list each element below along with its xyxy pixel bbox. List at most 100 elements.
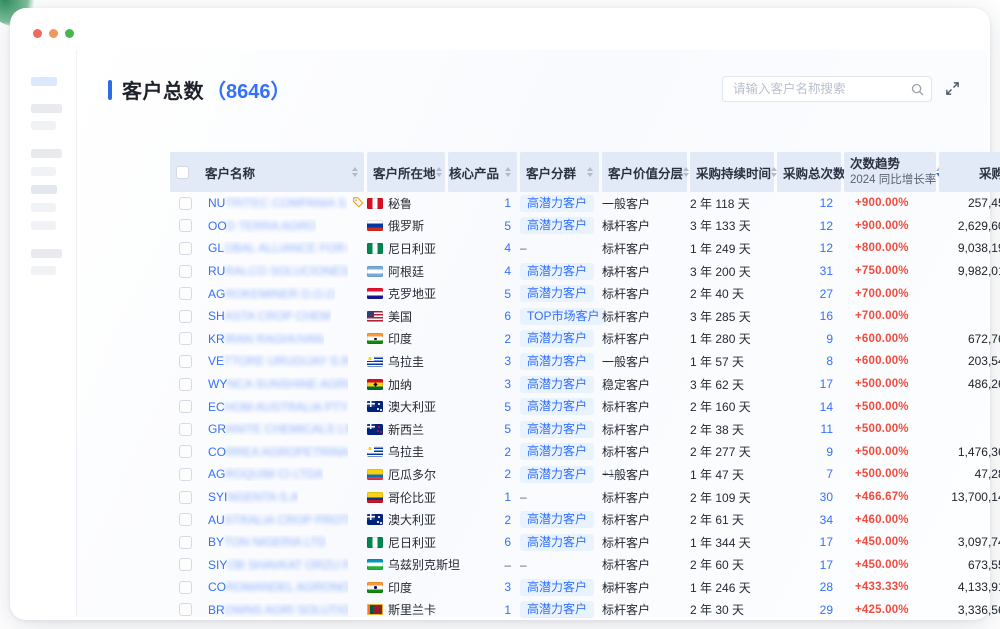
column-header-location[interactable]: 客户所在地 bbox=[367, 152, 445, 192]
core-products-cell[interactable]: 3 bbox=[448, 350, 517, 373]
sidebar-skeleton-item[interactable] bbox=[31, 167, 56, 176]
sort-asc-caret[interactable] bbox=[683, 167, 689, 171]
customer-name-link[interactable]: CORREA AGROPETRINA AL AGRI R... bbox=[208, 445, 348, 459]
row-checkbox[interactable] bbox=[179, 219, 192, 232]
sort-asc-caret[interactable] bbox=[436, 167, 442, 171]
row-checkbox[interactable] bbox=[179, 197, 192, 210]
sort-desc-caret[interactable] bbox=[352, 173, 358, 177]
segment-tag[interactable]: TOP市场客户 bbox=[520, 308, 606, 325]
segment-tag[interactable]: 高潜力客户 bbox=[520, 466, 594, 483]
row-checkbox[interactable] bbox=[179, 445, 192, 458]
core-products-cell[interactable]: 6 bbox=[448, 531, 517, 554]
core-products-cell[interactable]: 4 bbox=[448, 260, 517, 283]
customer-name-link[interactable]: NUTRITEC COMPANIA S.A.C bbox=[208, 196, 347, 210]
row-checkbox[interactable] bbox=[179, 242, 192, 255]
segment-tag[interactable]: 高潜力客户 bbox=[520, 285, 594, 302]
customer-name-link[interactable]: KRIRAN RAGHUVAN bbox=[208, 332, 324, 346]
customer-name-link[interactable]: BYTON NIGERIA LTD bbox=[208, 535, 326, 549]
core-products-cell[interactable]: 4 bbox=[448, 237, 517, 260]
core-products-cell[interactable]: 1 bbox=[448, 192, 517, 215]
sort-desc-caret[interactable] bbox=[505, 173, 511, 177]
segment-tag[interactable]: 高潜力客户 bbox=[520, 601, 594, 618]
close-window-button[interactable] bbox=[33, 29, 42, 38]
customer-name-link[interactable]: AGROKEMINER D.O.O bbox=[208, 287, 335, 301]
row-checkbox[interactable] bbox=[179, 310, 192, 323]
row-checkbox[interactable] bbox=[179, 400, 192, 413]
core-products-cell[interactable]: 2 bbox=[448, 328, 517, 351]
sort-icon[interactable] bbox=[683, 167, 689, 177]
core-products-cell[interactable]: 6 bbox=[448, 305, 517, 328]
segment-tag[interactable]: 高潜力客户 bbox=[520, 195, 594, 212]
customer-name-link[interactable]: AUSTRALIA CROP PROTECTION P... bbox=[208, 513, 348, 527]
core-products-cell[interactable]: 2 bbox=[448, 441, 517, 464]
core-products-cell[interactable]: 5 bbox=[448, 418, 517, 441]
sort-asc-caret[interactable] bbox=[352, 167, 358, 171]
sort-desc-caret[interactable] bbox=[587, 173, 593, 177]
customer-name-link[interactable]: AGROQUIM CI LTDA bbox=[208, 467, 323, 481]
customer-name-link[interactable]: ECHOM AUSTRALIA PTY LIMITED bbox=[208, 400, 348, 414]
sort-icon[interactable] bbox=[505, 167, 511, 177]
sidebar-skeleton-item[interactable] bbox=[31, 249, 62, 258]
row-checkbox[interactable] bbox=[179, 491, 192, 504]
row-checkbox[interactable] bbox=[179, 468, 192, 481]
segment-tag[interactable]: 高潜力客户 bbox=[520, 421, 594, 438]
customer-name-link[interactable]: SIYOB SHAVKAT ORZU FERMER X... bbox=[208, 558, 348, 572]
sort-desc-caret[interactable] bbox=[683, 173, 689, 177]
search-input[interactable] bbox=[723, 77, 911, 101]
core-products-cell[interactable]: 3 bbox=[448, 576, 517, 599]
customer-name-link[interactable]: OOD TERRA AGRO bbox=[208, 219, 316, 233]
row-checkbox[interactable] bbox=[179, 536, 192, 549]
core-products-cell[interactable]: 5 bbox=[448, 395, 517, 418]
sidebar-item-active[interactable] bbox=[31, 77, 57, 86]
core-products-cell[interactable]: 5 bbox=[448, 215, 517, 238]
column-header-segment[interactable]: 客户分群 bbox=[520, 152, 599, 192]
core-products-cell[interactable]: 1 bbox=[448, 599, 517, 622]
segment-tag[interactable]: 高潜力客户 bbox=[520, 330, 594, 347]
segment-tag[interactable]: 高潜力客户 bbox=[520, 353, 594, 370]
segment-tag[interactable]: 高潜力客户 bbox=[520, 217, 594, 234]
row-checkbox[interactable] bbox=[179, 423, 192, 436]
row-checkbox[interactable] bbox=[179, 378, 192, 391]
customer-name-link[interactable]: SHASTA CROP CHEM bbox=[208, 309, 331, 323]
row-checkbox[interactable] bbox=[179, 332, 192, 345]
core-products-cell[interactable]: 5 bbox=[448, 282, 517, 305]
sidebar-skeleton-item[interactable] bbox=[31, 266, 56, 275]
customer-name-link[interactable]: WYNCA SUNSHINE AGRO PRODU... bbox=[208, 377, 348, 391]
column-header-purchase_count[interactable]: 采购总次数 bbox=[777, 152, 841, 192]
segment-tag[interactable]: 高潜力客户 bbox=[520, 579, 594, 596]
row-checkbox[interactable] bbox=[179, 558, 192, 571]
sidebar-skeleton-item[interactable] bbox=[31, 203, 56, 212]
column-header-name[interactable]: 客户名称 bbox=[170, 152, 364, 192]
sidebar-skeleton-item[interactable] bbox=[31, 104, 62, 113]
customer-name-link[interactable]: GLOBAL ALLIANCE FOR CHEMICA... bbox=[208, 241, 348, 255]
row-checkbox[interactable] bbox=[179, 287, 192, 300]
row-checkbox[interactable] bbox=[179, 603, 192, 616]
core-products-cell[interactable]: 2 bbox=[448, 463, 517, 486]
segment-tag[interactable]: 高潜力客户 bbox=[520, 398, 594, 415]
row-checkbox[interactable] bbox=[179, 581, 192, 594]
sidebar-skeleton-item[interactable] bbox=[31, 121, 56, 130]
column-header-amount[interactable]: 采购总额i bbox=[939, 152, 1000, 192]
row-checkbox[interactable] bbox=[179, 265, 192, 278]
minimize-window-button[interactable] bbox=[49, 29, 58, 38]
expand-icon[interactable] bbox=[943, 79, 961, 97]
customer-name-link[interactable]: VETTORE URUGUAY S.R.L bbox=[208, 354, 348, 368]
core-products-cell[interactable]: 2 bbox=[448, 508, 517, 531]
sort-icon[interactable] bbox=[352, 167, 358, 177]
customer-name-link[interactable]: SYINGENTA S.A bbox=[208, 490, 298, 504]
column-header-duration[interactable]: 采购持续时间 bbox=[690, 152, 774, 192]
segment-tag[interactable]: 高潜力客户 bbox=[520, 534, 594, 551]
customer-name-link[interactable]: BROWNS AGRI SOLUTIONS PVT LTD bbox=[208, 603, 348, 617]
sidebar-skeleton-item[interactable] bbox=[31, 221, 56, 230]
column-header-trend[interactable]: 次数趋势2024 同比增长率 bbox=[844, 152, 936, 192]
sidebar-skeleton-item[interactable] bbox=[31, 185, 57, 194]
sort-asc-caret[interactable] bbox=[505, 167, 511, 171]
sort-icon[interactable] bbox=[436, 167, 442, 177]
customer-name-link[interactable]: GRANITE CHEMICALS LIMITED bbox=[208, 422, 348, 436]
sort-desc-caret[interactable] bbox=[436, 173, 442, 177]
core-products-cell[interactable]: 1 bbox=[448, 486, 517, 509]
column-header-value_tier[interactable]: 客户价值分层 bbox=[602, 152, 687, 192]
sort-asc-caret[interactable] bbox=[587, 167, 593, 171]
row-checkbox[interactable] bbox=[179, 513, 192, 526]
column-header-core_products[interactable]: 核心产品 bbox=[448, 152, 517, 192]
